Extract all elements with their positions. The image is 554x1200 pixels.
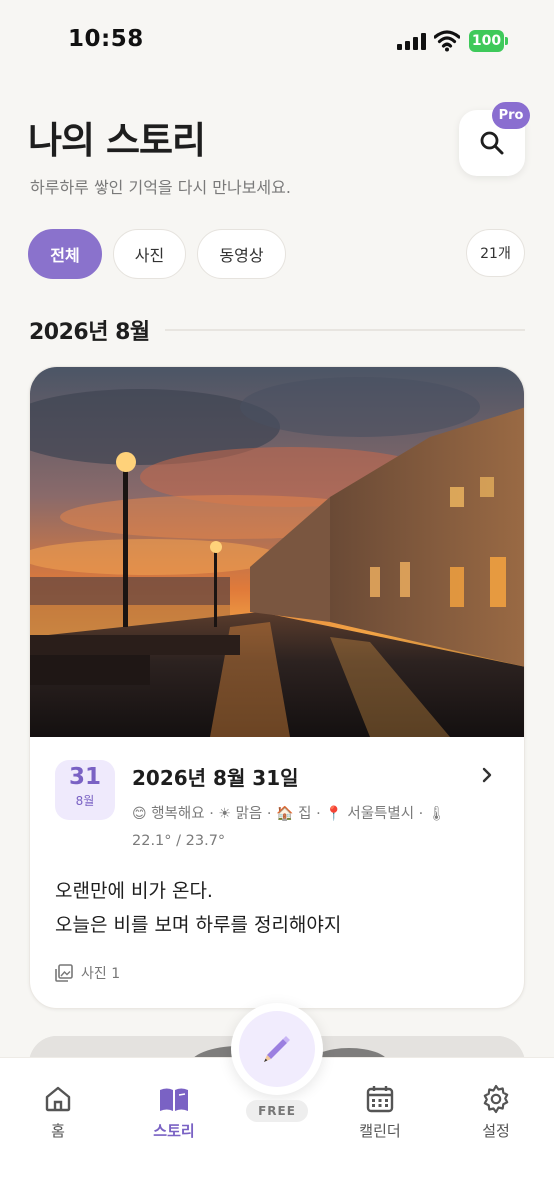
page-subtitle: 하루하루 쌓인 기억을 다시 만나보세요. <box>30 178 291 197</box>
entry-temperature: 22.1° / 23.7° <box>132 833 226 849</box>
write-story-fab-inner <box>239 1011 315 1087</box>
filter-chip-all[interactable]: 전체 <box>28 229 102 279</box>
date-day: 31 <box>68 764 101 790</box>
chevron-right-icon[interactable] <box>480 765 494 785</box>
tab-settings-label: 설정 <box>482 1122 510 1140</box>
entry-meta: 😊 행복해요 · ☀ 맑음 · 🏠 집 · 📍 서울특별시 · 🌡 22.1° … <box>132 806 446 849</box>
tab-story[interactable]: 스토리 <box>134 1084 214 1141</box>
entry-date-title: 2026년 8월 31일 <box>132 766 299 790</box>
cellular-signal-icon <box>397 33 427 50</box>
entry-text-line-1: 오랜만에 비가 온다. <box>55 880 213 902</box>
thermometer-icon: 🌡 <box>427 806 446 822</box>
entry-count-badge: 21개 <box>466 229 525 277</box>
battery-level: 100 <box>469 30 504 52</box>
entry-mood: 행복해요 <box>151 806 205 822</box>
tab-story-label: 스토리 <box>153 1122 195 1140</box>
section-divider <box>165 329 525 331</box>
tab-home-label: 홈 <box>51 1122 65 1140</box>
tab-settings[interactable]: 설정 <box>456 1084 536 1141</box>
sun-icon: ☀ <box>218 806 231 822</box>
battery-icon: 100 <box>469 30 508 52</box>
tab-calendar[interactable]: 캘린더 <box>340 1084 420 1141</box>
date-badge: 31 8월 <box>55 760 115 820</box>
entry-body: 오랜만에 비가 온다. 오늘은 비를 보며 하루를 정리해야지 <box>55 874 341 942</box>
story-photo <box>30 367 524 737</box>
filter-chip-video[interactable]: 동영상 <box>197 229 286 279</box>
entry-weather: 맑음 <box>235 806 263 822</box>
gear-icon <box>483 1084 509 1114</box>
photo-count: 사진 1 <box>55 963 120 983</box>
search-icon <box>480 131 504 155</box>
story-card[interactable]: 31 8월 2026년 8월 31일 😊 행복해요 · ☀ 맑음 · 🏠 집 ·… <box>29 366 525 1009</box>
tab-calendar-label: 캘린더 <box>359 1122 401 1140</box>
wifi-icon <box>434 30 460 52</box>
pro-badge: Pro <box>492 102 530 129</box>
entry-location: 서울특별시 <box>347 806 415 822</box>
filter-chip-photo[interactable]: 사진 <box>113 229 186 279</box>
pencil-icon <box>264 1036 290 1062</box>
home-icon <box>45 1086 71 1112</box>
pin-icon: 📍 <box>325 806 343 822</box>
date-month: 8월 <box>75 794 95 808</box>
gallery-icon <box>55 964 73 982</box>
status-bar: 10:58 100 <box>0 0 554 84</box>
page-title: 나의 스토리 <box>28 119 206 162</box>
section-title: 2026년 8월 <box>29 320 150 345</box>
book-icon <box>160 1088 188 1111</box>
house-icon: 🏠 <box>276 806 294 822</box>
calendar-icon <box>366 1086 394 1113</box>
entry-text-line-2: 오늘은 비를 보며 하루를 정리해야지 <box>55 914 342 936</box>
status-time: 10:58 <box>68 26 144 52</box>
write-story-button[interactable] <box>231 1003 323 1095</box>
tab-home[interactable]: 홈 <box>18 1084 98 1141</box>
photo-count-label: 사진 1 <box>81 966 121 982</box>
free-badge: FREE <box>246 1100 308 1122</box>
entry-place: 집 <box>298 806 312 822</box>
smile-icon: 😊 <box>132 806 147 822</box>
